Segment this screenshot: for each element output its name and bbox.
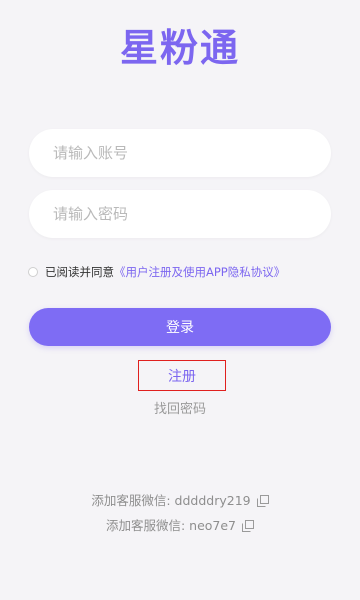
account-input[interactable] — [29, 129, 331, 177]
support-wechat-label-2: 添加客服微信: neo7e7 — [105, 518, 237, 533]
login-button[interactable]: 登录 — [29, 308, 331, 346]
password-field[interactable] — [29, 190, 331, 238]
support-wechat-row-1: 添加客服微信: dddddry219 — [0, 492, 360, 510]
app-logo: 星粉通 — [119, 25, 240, 70]
forgot-password-link[interactable]: 找回密码 — [0, 400, 360, 420]
copy-icon[interactable] — [242, 520, 255, 532]
password-input[interactable] — [29, 190, 331, 238]
register-button[interactable]: 注册 — [138, 360, 226, 391]
account-field[interactable] — [29, 129, 331, 177]
support-wechat-row-2: 添加客服微信: neo7e7 — [0, 517, 360, 535]
agreement-row: 已阅读并同意 《用户注册及使用APP隐私协议》 — [28, 264, 285, 280]
support-wechat-label-1: 添加客服微信: dddddry219 — [91, 493, 251, 508]
copy-icon[interactable] — [256, 495, 269, 507]
agree-radio[interactable] — [28, 267, 38, 277]
agree-label: 已阅读并同意 — [45, 265, 114, 279]
privacy-agreement-link[interactable]: 《用户注册及使用APP隐私协议》 — [114, 264, 285, 280]
